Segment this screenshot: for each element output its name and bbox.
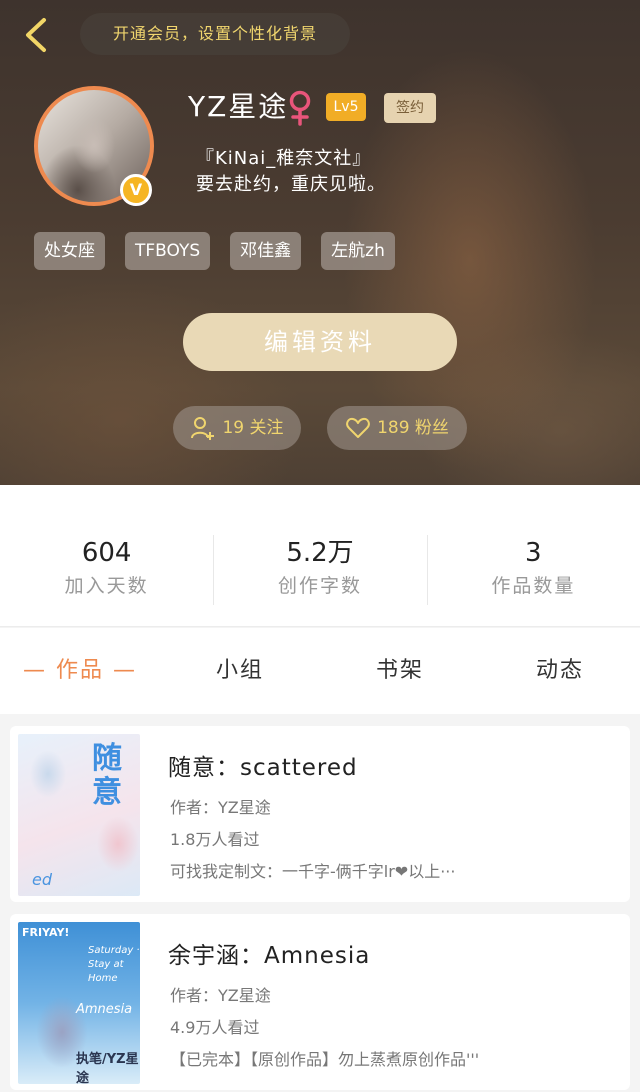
chevron-left-icon	[26, 18, 46, 52]
stat-value: 604	[81, 538, 132, 568]
tag-list: 处女座 TFBOYS 邓佳鑫 左航zh	[34, 232, 415, 270]
tag[interactable]: 左航zh	[321, 232, 395, 270]
work-description: 可找我定制文：一千字-俩千字lr❤以上···	[170, 862, 456, 881]
stat-words: 5.2万 创作字数	[213, 485, 426, 626]
edit-profile-button[interactable]: 编辑资料	[183, 313, 457, 371]
tab-bookshelf[interactable]: 书架	[320, 628, 480, 714]
username: YZ星途	[188, 90, 289, 123]
bio: 『KiNai_稚奈文社』 要去赴约，重庆见啦。	[196, 146, 386, 198]
stat-label: 加入天数	[64, 575, 149, 597]
female-gender-icon	[289, 90, 311, 126]
work-views: 1.8万人看过	[170, 830, 260, 849]
work-cover-image: FRIYAY! Saturday · Stay at Home Amnesia …	[18, 922, 140, 1084]
fans-button[interactable]: 189 粉丝	[327, 406, 467, 450]
back-button[interactable]	[18, 14, 54, 56]
stat-days: 604 加入天数	[0, 485, 213, 626]
tab-works[interactable]: — 作品 —	[0, 628, 160, 714]
add-user-icon	[191, 417, 215, 440]
work-cover-image: 随意 ed	[18, 734, 140, 896]
cover-text: Saturday · Stay at Home	[88, 945, 140, 984]
tab-groups[interactable]: 小组	[160, 628, 320, 714]
bio-line: 要去赴约，重庆见啦。	[196, 174, 386, 195]
stat-works: 3 作品数量	[426, 485, 640, 626]
work-title: 余宇涵：Amnesia	[168, 943, 371, 969]
tag[interactable]: TFBOYS	[125, 232, 211, 270]
fans-count: 189 粉丝	[377, 418, 449, 438]
tag[interactable]: 邓佳鑫	[230, 232, 302, 270]
tab-bar: — 作品 — 小组 书架 动态	[0, 628, 640, 714]
cover-text: FRIYAY!	[22, 926, 70, 939]
work-views: 4.9万人看过	[170, 1018, 260, 1037]
cover-text: ed	[32, 870, 52, 889]
stat-label: 作品数量	[491, 575, 576, 597]
bio-line: 『KiNai_稚奈文社』	[196, 148, 372, 169]
heart-icon	[346, 417, 370, 438]
work-card[interactable]: 随意 ed 随意：scattered 作者：YZ星途 1.8万人看过 可找我定制…	[10, 726, 630, 902]
stat-value: 5.2万	[286, 538, 354, 568]
work-description: 【已完本】【原创作品】勿上蒸煮原创作品'''	[170, 1050, 480, 1069]
stats-bar: 604 加入天数 5.2万 创作字数 3 作品数量	[0, 485, 640, 627]
vip-background-banner[interactable]: 开通会员，设置个性化背景	[80, 13, 350, 55]
work-card[interactable]: FRIYAY! Saturday · Stay at Home Amnesia …	[10, 914, 630, 1090]
work-author: 作者：YZ星途	[170, 798, 271, 817]
cover-title-text: 随意	[92, 741, 122, 810]
work-title: 随意：scattered	[168, 755, 358, 781]
following-count: 19 关注	[222, 418, 284, 438]
profile-header: 开通会员，设置个性化背景 V YZ星途 Lv5 签约 『KiNai_稚奈文社』 …	[0, 0, 640, 485]
profile-page: 开通会员，设置个性化背景 V YZ星途 Lv5 签约 『KiNai_稚奈文社』 …	[0, 0, 640, 1092]
tag[interactable]: 处女座	[34, 232, 105, 270]
tab-activity[interactable]: 动态	[480, 628, 640, 714]
work-author: 作者：YZ星途	[170, 986, 271, 1005]
cover-title-text: Amnesia	[76, 1002, 133, 1017]
stat-label: 创作字数	[277, 575, 362, 597]
following-button[interactable]: 19 关注	[173, 406, 301, 450]
signed-badge: 签约	[384, 93, 436, 123]
verified-badge: V	[120, 174, 152, 206]
cover-text: 执笔/YZ星途	[76, 1052, 139, 1084]
level-badge: Lv5	[326, 93, 366, 121]
stat-value: 3	[525, 538, 542, 568]
